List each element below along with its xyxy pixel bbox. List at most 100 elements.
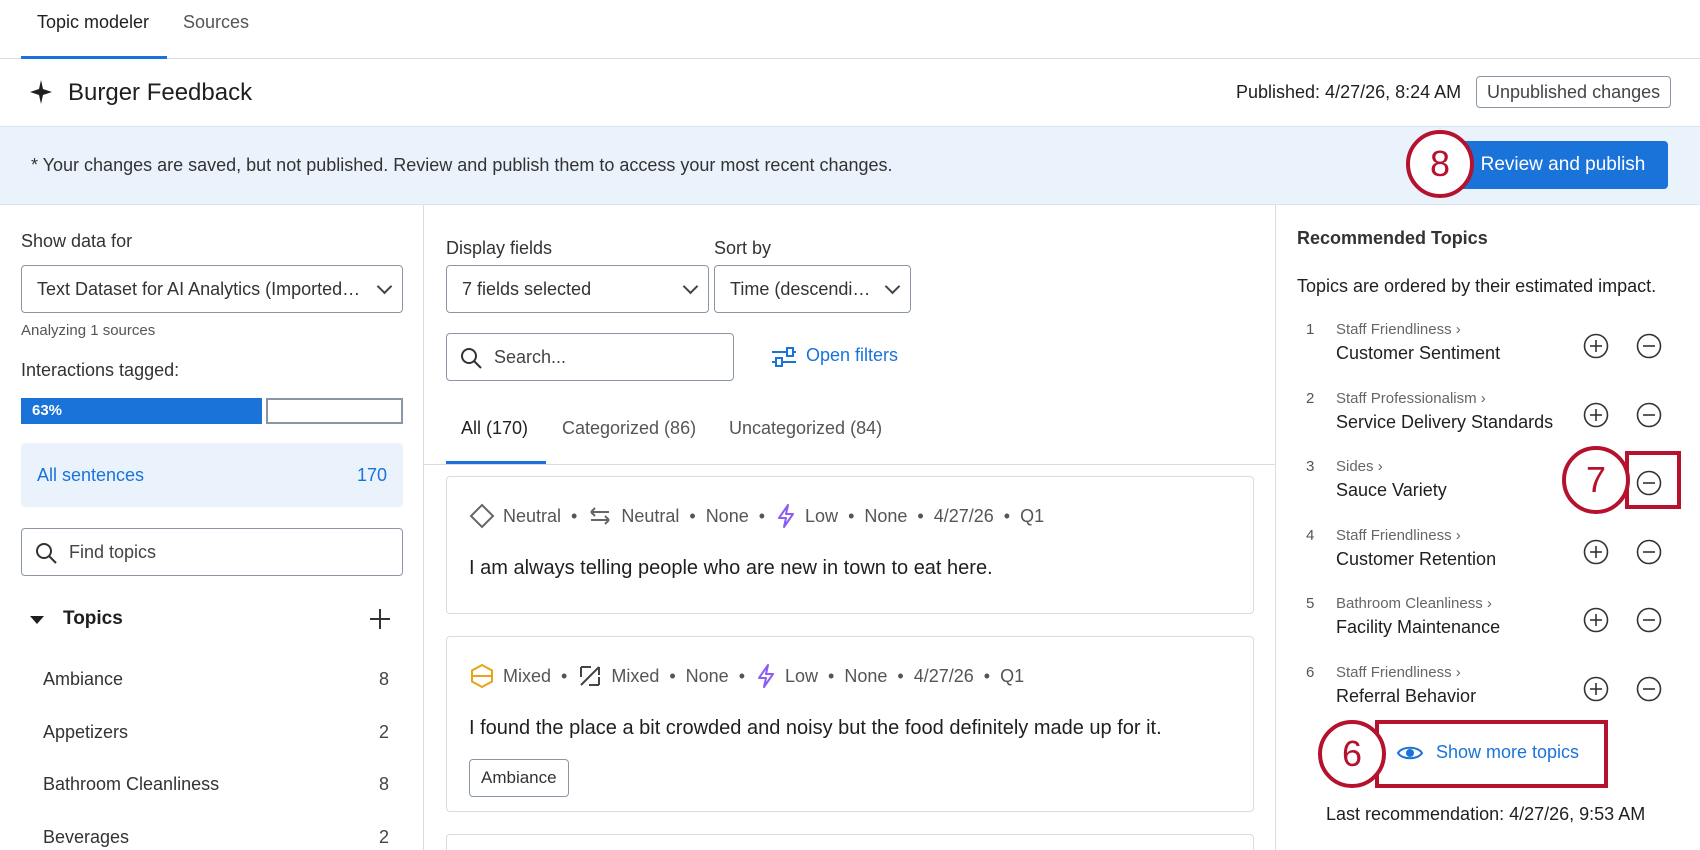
neutral-arrows-icon	[590, 507, 611, 525]
field-value: None	[705, 505, 749, 526]
all-sentences-label: All sentences	[37, 465, 145, 485]
progress-percent-label: 63%	[32, 402, 63, 419]
topic-name: Service Delivery Standards	[1336, 412, 1554, 432]
effort-value: Low	[805, 505, 839, 526]
topic-rank: 1	[1306, 321, 1315, 338]
topic-name: Beverages	[43, 827, 130, 847]
display-fields-select[interactable]: 7 fields selected	[446, 265, 709, 313]
recommended-topic: 2 Staff Professionalism › Service Delive…	[1300, 390, 1680, 446]
collapse-triangle-icon[interactable]	[30, 616, 44, 624]
sentiment-value: Mixed	[503, 665, 552, 686]
neutral-diamond-icon	[469, 503, 495, 529]
field-value: None	[844, 665, 888, 686]
find-topics-placeholder: Find topics	[69, 542, 157, 562]
recommended-topic: 6 Staff Friendliness › Referral Behavior	[1300, 664, 1680, 720]
show-data-for-label: Show data for	[21, 231, 133, 251]
topic-rank: 4	[1306, 527, 1315, 544]
display-fields-value: 7 fields selected	[462, 278, 592, 299]
topic-parent: Sides ›	[1336, 458, 1383, 475]
topic-count: 2	[378, 827, 389, 847]
dataset-select-value: Text Dataset for AI Analytics (Imported…	[37, 278, 361, 299]
emotion-value: Neutral	[621, 505, 680, 526]
topics-title: Topics	[63, 608, 123, 629]
topic-name: Customer Sentiment	[1336, 343, 1501, 363]
tab-uncategorized[interactable]: Uncategorized (84)	[729, 418, 882, 439]
card-metadata: Neutral • Neutral • None • Low • None • …	[469, 503, 1044, 529]
page-header: Burger Feedback Published: 4/27/26, 8:24…	[0, 59, 1700, 126]
find-topics-input[interactable]: Find topics	[21, 528, 403, 576]
display-fields-label: Display fields	[446, 238, 553, 258]
dataset-select[interactable]: Text Dataset for AI Analytics (Imported…	[21, 265, 403, 313]
topic-parent: Staff Friendliness ›	[1336, 527, 1461, 544]
quarter-value: Q1	[1020, 505, 1045, 526]
date-value: 4/27/26	[913, 665, 974, 686]
tab-sources[interactable]: Sources	[183, 12, 249, 33]
published-timestamp: Published: 4/27/26, 8:24 AM	[1236, 82, 1462, 102]
topics-section-header: Topics	[28, 608, 398, 632]
tab-categorized[interactable]: Categorized (86)	[562, 418, 696, 439]
emotion-value: Mixed	[611, 665, 660, 686]
progress-track	[266, 398, 403, 424]
add-topic-icon[interactable]	[367, 606, 393, 632]
open-filters-label: Open filters	[806, 345, 899, 365]
topic-row[interactable]: Beverages 2	[43, 827, 389, 850]
add-circle-icon[interactable]	[1583, 333, 1609, 359]
topic-row[interactable]: Appetizers 2	[43, 722, 389, 752]
topic-name: Bathroom Cleanliness	[43, 774, 220, 794]
all-sentences-item[interactable]: All sentences 170	[21, 443, 403, 507]
sentence-card[interactable]	[446, 834, 1254, 850]
topic-tag-chip[interactable]: Ambiance	[469, 759, 569, 797]
open-filters-button[interactable]: Open filters	[770, 345, 898, 369]
unpublished-changes-badge[interactable]: Unpublished changes	[1476, 76, 1672, 108]
recommended-topic: 4 Staff Friendliness › Customer Retentio…	[1300, 527, 1680, 583]
effort-bolt-icon	[758, 664, 774, 688]
add-circle-icon[interactable]	[1583, 402, 1609, 428]
topic-row[interactable]: Bathroom Cleanliness 8	[43, 774, 389, 804]
tab-all[interactable]: All (170)	[461, 418, 528, 439]
interactions-tagged-label: Interactions tagged:	[21, 360, 180, 380]
filter-sliders-icon	[772, 347, 796, 367]
remove-circle-icon[interactable]	[1636, 676, 1662, 702]
highlight-remove-topic	[1625, 451, 1681, 509]
interactions-progress-bar: 63%	[21, 398, 262, 424]
add-circle-icon[interactable]	[1583, 539, 1609, 565]
add-circle-icon[interactable]	[1583, 676, 1609, 702]
mixed-hexagon-icon	[471, 663, 493, 689]
sentence-card[interactable]: Neutral • Neutral • None • Low • None • …	[446, 476, 1254, 614]
quarter-value: Q1	[1000, 665, 1025, 686]
sort-by-label: Sort by	[714, 238, 772, 258]
search-input[interactable]: Search...	[446, 333, 734, 381]
callout-step-7: 7	[1562, 446, 1630, 514]
topic-name: Ambiance	[43, 669, 124, 689]
sentence-card[interactable]: Mixed • Mixed • None • Low • None • 4/27…	[446, 636, 1254, 812]
chevron-down-icon	[682, 278, 699, 295]
chevron-down-icon	[884, 278, 901, 295]
sort-by-select[interactable]: Time (descendi…	[714, 265, 911, 313]
top-tab-bar: Topic modeler Sources	[0, 0, 1700, 59]
topic-row[interactable]: Ambiance 8	[43, 669, 389, 699]
banner-message: * Your changes are saved, but not publis…	[31, 155, 893, 175]
add-circle-icon[interactable]	[1583, 607, 1609, 633]
remove-circle-icon[interactable]	[1636, 402, 1662, 428]
remove-circle-icon[interactable]	[1636, 539, 1662, 565]
remove-circle-icon[interactable]	[1636, 607, 1662, 633]
search-placeholder: Search...	[494, 347, 567, 367]
topic-count: 8	[378, 669, 389, 689]
callout-step-6: 6	[1318, 720, 1386, 788]
highlight-show-more-topics	[1375, 720, 1608, 788]
callout-step-8: 8	[1406, 130, 1474, 198]
remove-circle-icon[interactable]	[1636, 333, 1662, 359]
sort-by-value: Time (descendi…	[730, 278, 871, 299]
tab-topic-modeler[interactable]: Topic modeler	[37, 12, 149, 33]
topic-name: Customer Retention	[1336, 549, 1497, 569]
card-metadata: Mixed • Mixed • None • Low • None • 4/27…	[469, 663, 1024, 689]
topic-name: Facility Maintenance	[1336, 617, 1501, 637]
sparkle-icon	[30, 80, 52, 104]
search-icon	[36, 543, 57, 564]
topic-count: 8	[378, 774, 389, 794]
tabs-divider	[424, 464, 1276, 465]
recommended-topics-title: Recommended Topics	[1297, 228, 1488, 248]
project-title: Burger Feedback	[68, 79, 253, 106]
recommended-topic: 1 Staff Friendliness › Customer Sentimen…	[1300, 321, 1680, 377]
review-and-publish-button[interactable]: Review and publish	[1458, 141, 1668, 189]
